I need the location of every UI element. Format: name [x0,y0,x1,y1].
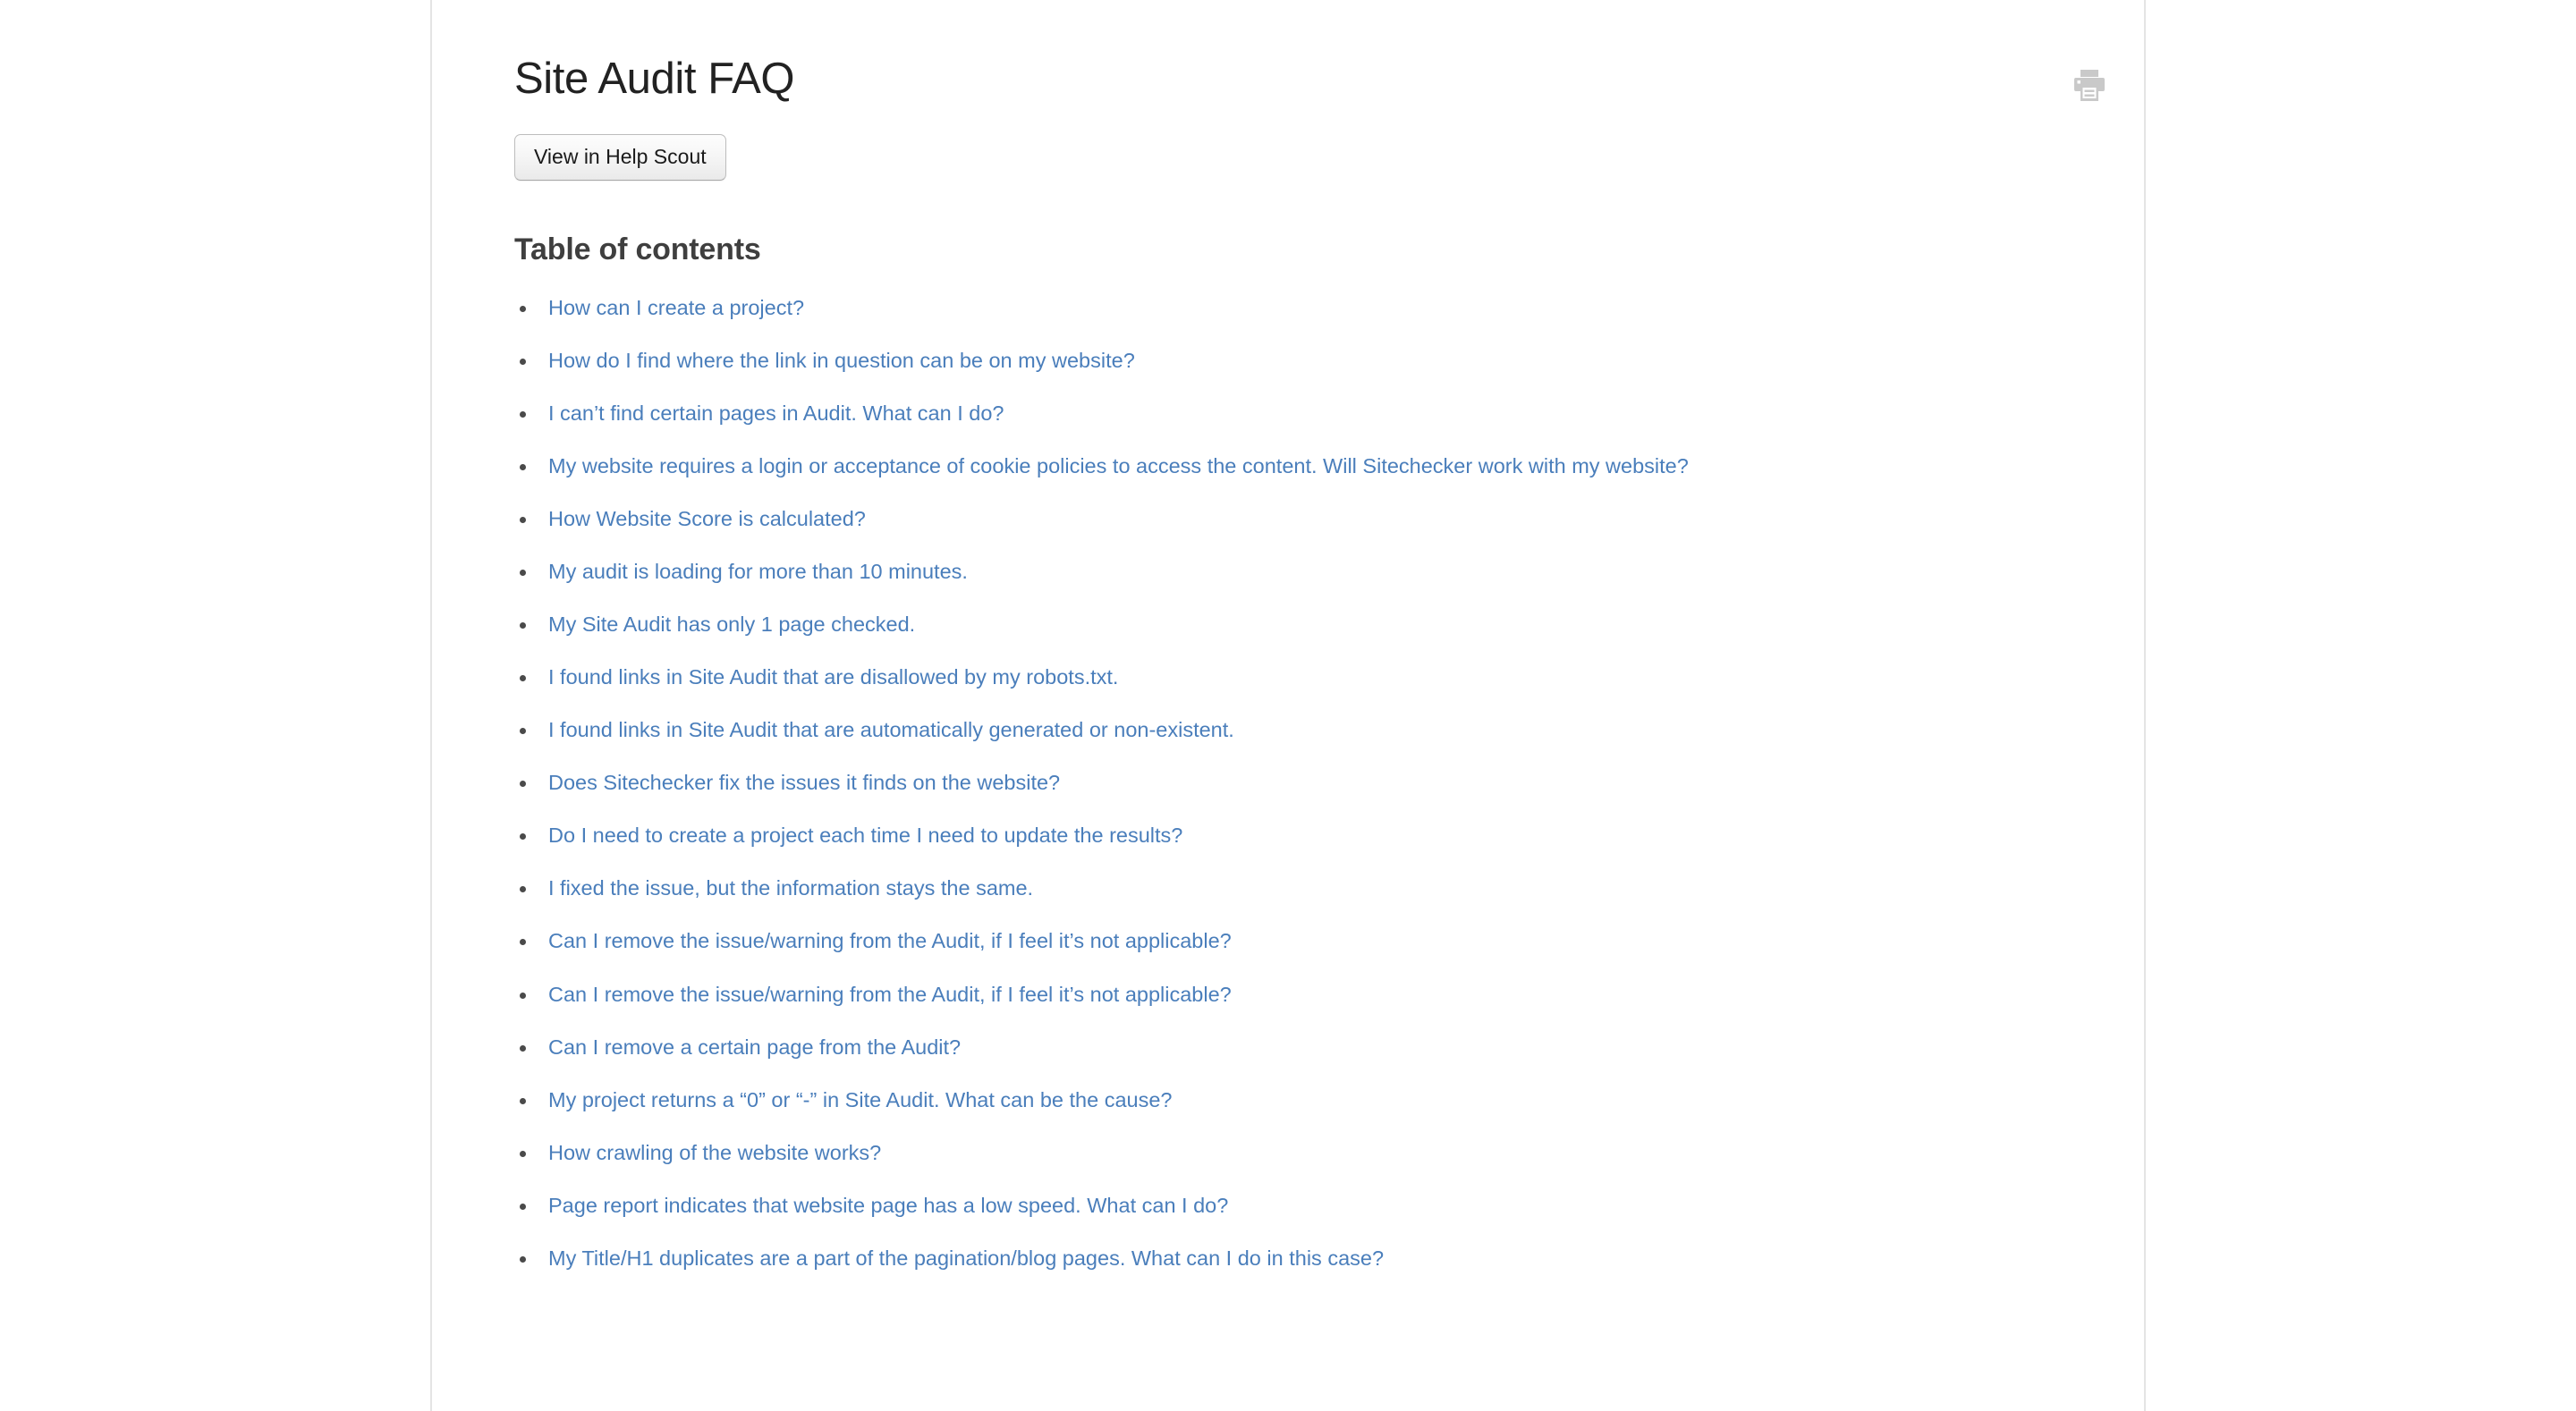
list-item: How can I create a project? [514,294,2108,322]
list-item: My Title/H1 duplicates are a part of the… [514,1245,2108,1272]
view-in-help-scout-button[interactable]: View in Help Scout [514,133,726,181]
page-root: Site Audit FAQ View in Help Scout Table … [0,0,2576,1411]
toc-link[interactable]: Does Sitechecker fix the issues it finds… [548,771,1060,794]
toc-link[interactable]: I fixed the issue, but the information s… [548,876,1033,900]
table-of-contents-list: How can I create a project? How do I fin… [514,267,2108,1272]
toc-link[interactable]: My Site Audit has only 1 page checked. [548,613,915,636]
page-title: Site Audit FAQ [514,55,795,103]
toc-link[interactable]: How do I find where the link in question… [548,349,1135,372]
printer-icon[interactable] [2071,68,2108,104]
content-frame: Site Audit FAQ View in Help Scout Table … [430,0,2146,1411]
list-item: Page report indicates that website page … [514,1192,2108,1220]
toc-link[interactable]: Can I remove the issue/warning from the … [548,929,1232,952]
toc-link[interactable]: How crawling of the website works? [548,1141,881,1164]
toc-link[interactable]: My audit is loading for more than 10 min… [548,560,968,583]
toc-link[interactable]: My project returns a “0” or “-” in Site … [548,1088,1172,1111]
content-column: Site Audit FAQ View in Help Scout Table … [432,0,2144,1411]
table-of-contents-heading: Table of contents [514,232,761,266]
toc-link[interactable]: How Website Score is calculated? [548,507,866,530]
list-item: I fixed the issue, but the information s… [514,874,2108,902]
list-item: My website requires a login or acceptanc… [514,452,2108,480]
header-actions: View in Help Scout [514,133,2108,181]
list-item: I can’t find certain pages in Audit. Wha… [514,400,2108,427]
list-item: Does Sitechecker fix the issues it finds… [514,769,2108,797]
toc-link[interactable]: Can I remove a certain page from the Aud… [548,1035,961,1059]
list-item: Can I remove the issue/warning from the … [514,981,2108,1009]
toc-link[interactable]: Do I need to create a project each time … [548,824,1182,847]
list-item: I found links in Site Audit that are dis… [514,663,2108,691]
list-item: How Website Score is calculated? [514,505,2108,533]
list-item: I found links in Site Audit that are aut… [514,716,2108,744]
document-header: Site Audit FAQ [514,0,2108,104]
toc-link[interactable]: Page report indicates that website page … [548,1194,1228,1217]
toc-link[interactable]: My Title/H1 duplicates are a part of the… [548,1246,1384,1270]
list-item: How crawling of the website works? [514,1139,2108,1167]
list-item: My Site Audit has only 1 page checked. [514,611,2108,638]
toc-link[interactable]: How can I create a project? [548,296,804,319]
list-item: Do I need to create a project each time … [514,822,2108,849]
toc-link[interactable]: My website requires a login or acceptanc… [548,454,1689,477]
toc-link[interactable]: I found links in Site Audit that are aut… [548,718,1234,741]
list-item: How do I find where the link in question… [514,347,2108,375]
list-item: My audit is loading for more than 10 min… [514,558,2108,586]
toc-link[interactable]: I found links in Site Audit that are dis… [548,665,1118,689]
toc-link[interactable]: Can I remove the issue/warning from the … [548,983,1232,1006]
toc-link[interactable]: I can’t find certain pages in Audit. Wha… [548,401,1004,425]
list-item: Can I remove the issue/warning from the … [514,927,2108,955]
list-item: My project returns a “0” or “-” in Site … [514,1086,2108,1114]
list-item: Can I remove a certain page from the Aud… [514,1034,2108,1061]
